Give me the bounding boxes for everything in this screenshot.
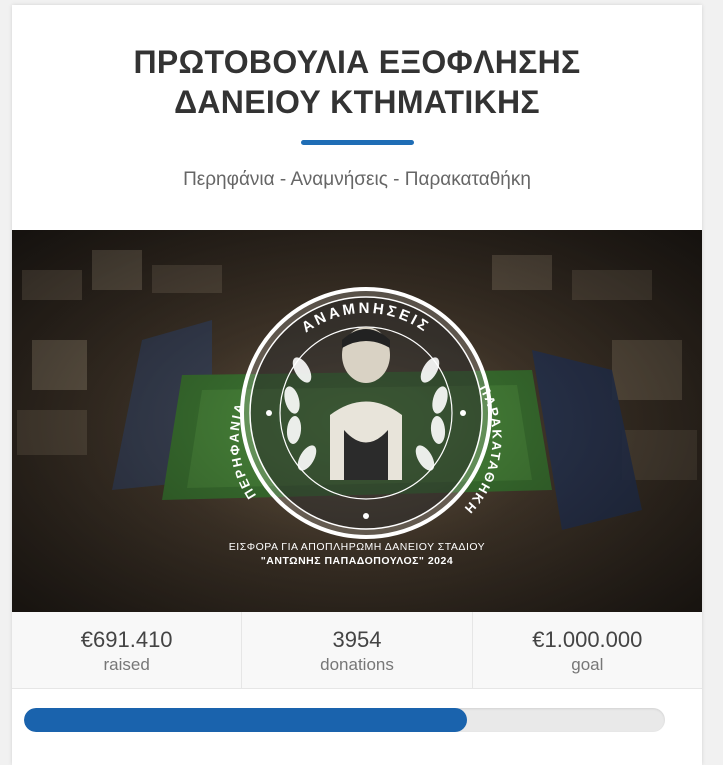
stat-goal: €1.000.000 goal: [473, 612, 702, 688]
hero-caption-line-2: "ΑΝΤΩΝΗΣ ΠΑΠΑΔΟΠΟΥΛΟΣ" 2024: [261, 555, 453, 567]
stat-donations-label: donations: [320, 655, 394, 674]
title-underline: [300, 140, 414, 145]
stat-raised: €691.410 raised: [12, 612, 243, 688]
stat-donations-value: 3954: [332, 627, 382, 652]
stats-row: €691.410 raised 3954 donations €1.000.00…: [12, 612, 702, 689]
stat-goal-label: goal: [571, 655, 604, 674]
progress-bar: [24, 708, 665, 732]
stat-goal-value: €1.000.000: [532, 627, 643, 652]
campaign-title-line-2: ΔΑΝΕΙΟΥ ΚΤΗΜΑΤΙΚΗΣ: [174, 84, 540, 120]
campaign-title-line-1: ΠΡΩΤΟΒΟΥΛΙΑ ΕΞΟΦΛΗΣΗΣ: [133, 44, 581, 80]
hero-image: ΑΝΑΜΝΗΣΕΙΣ ΠΕΡΗΦΑΝΙΑ ΠΑΡΑΚΑΤΑΘΗΚΗ ΕΙΣΦΟΡ…: [12, 230, 702, 612]
stat-raised-value: €691.410: [80, 627, 173, 652]
stat-donations: 3954 donations: [242, 612, 473, 688]
stadium-aerial-illustration: ΑΝΑΜΝΗΣΕΙΣ ΠΕΡΗΦΑΝΙΑ ΠΑΡΑΚΑΤΑΘΗΚΗ ΕΙΣΦΟΡ…: [12, 230, 702, 612]
campaign-title: ΠΡΩΤΟΒΟΥΛΙΑ ΕΞΟΦΛΗΣΗΣ ΔΑΝΕΙΟΥ ΚΤΗΜΑΤΙΚΗΣ: [12, 5, 702, 122]
hero-caption-line-1: ΕΙΣΦΟΡΑ ΓΙΑ ΑΠΟΠΛΗΡΩΜΗ ΔΑΝΕΙΟΥ ΣΤΑΔΙΟΥ: [229, 541, 485, 553]
campaign-card: ΠΡΩΤΟΒΟΥΛΙΑ ΕΞΟΦΛΗΣΗΣ ΔΑΝΕΙΟΥ ΚΤΗΜΑΤΙΚΗΣ…: [12, 5, 702, 765]
progress-bar-fill: [24, 708, 467, 732]
campaign-subtitle: Περηφάνια - Αναμνήσεις - Παρακαταθήκη: [183, 169, 531, 190]
stat-raised-label: raised: [103, 655, 150, 674]
